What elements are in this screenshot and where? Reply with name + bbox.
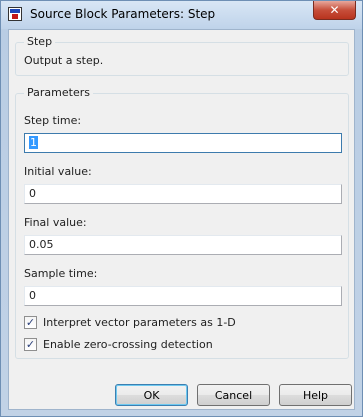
cancel-button[interactable]: Cancel [197, 384, 270, 406]
cancel-button-label: Cancel [214, 388, 253, 402]
group-title-parameters: Parameters [24, 86, 93, 99]
final-value-value: 0.05 [29, 238, 54, 251]
step-time-input[interactable]: 1 [24, 133, 342, 153]
window-title: Source Block Parameters: Step [30, 7, 216, 21]
final-value-label: Final value: [24, 216, 87, 229]
checkmark-icon: ✓ [25, 338, 36, 351]
dialog-body: Step Output a step. Parameters Step time… [8, 29, 355, 410]
interpret-vector-label: Interpret vector parameters as 1-D [43, 316, 236, 329]
sample-time-input[interactable]: 0 [24, 286, 342, 306]
help-button[interactable]: Help [279, 384, 352, 406]
step-time-value: 1 [29, 136, 38, 149]
help-button-label: Help [302, 388, 329, 402]
simulink-block-icon [8, 7, 22, 21]
close-button[interactable]: ✕ [313, 1, 356, 20]
sample-time-label: Sample time: [24, 267, 98, 280]
initial-value-value: 0 [29, 187, 36, 200]
sample-time-value: 0 [29, 289, 36, 302]
interpret-vector-checkbox[interactable]: ✓ [24, 316, 37, 329]
group-title-step: Step [24, 35, 56, 48]
dialog-window: Source Block Parameters: Step ✕ Step Out… [0, 0, 363, 417]
zero-crossing-checkbox[interactable]: ✓ [24, 338, 37, 351]
zero-crossing-label: Enable zero-crossing detection [43, 338, 213, 351]
block-description: Output a step. [24, 54, 104, 67]
interpret-vector-row[interactable]: ✓ Interpret vector parameters as 1-D [24, 316, 236, 329]
initial-value-label: Initial value: [24, 165, 92, 178]
final-value-input[interactable]: 0.05 [24, 235, 342, 255]
zero-crossing-row[interactable]: ✓ Enable zero-crossing detection [24, 338, 213, 351]
block-description-group: Step Output a step. [15, 35, 349, 76]
ok-button[interactable]: OK [115, 384, 188, 406]
step-time-label: Step time: [24, 114, 82, 127]
title-bar[interactable]: Source Block Parameters: Step ✕ [1, 1, 362, 29]
initial-value-input[interactable]: 0 [24, 184, 342, 204]
checkmark-icon: ✓ [25, 316, 36, 329]
close-icon: ✕ [329, 3, 340, 17]
ok-button-label: OK [143, 388, 160, 402]
parameters-group: Parameters Step time: 1 Initial value: 0… [15, 86, 349, 359]
